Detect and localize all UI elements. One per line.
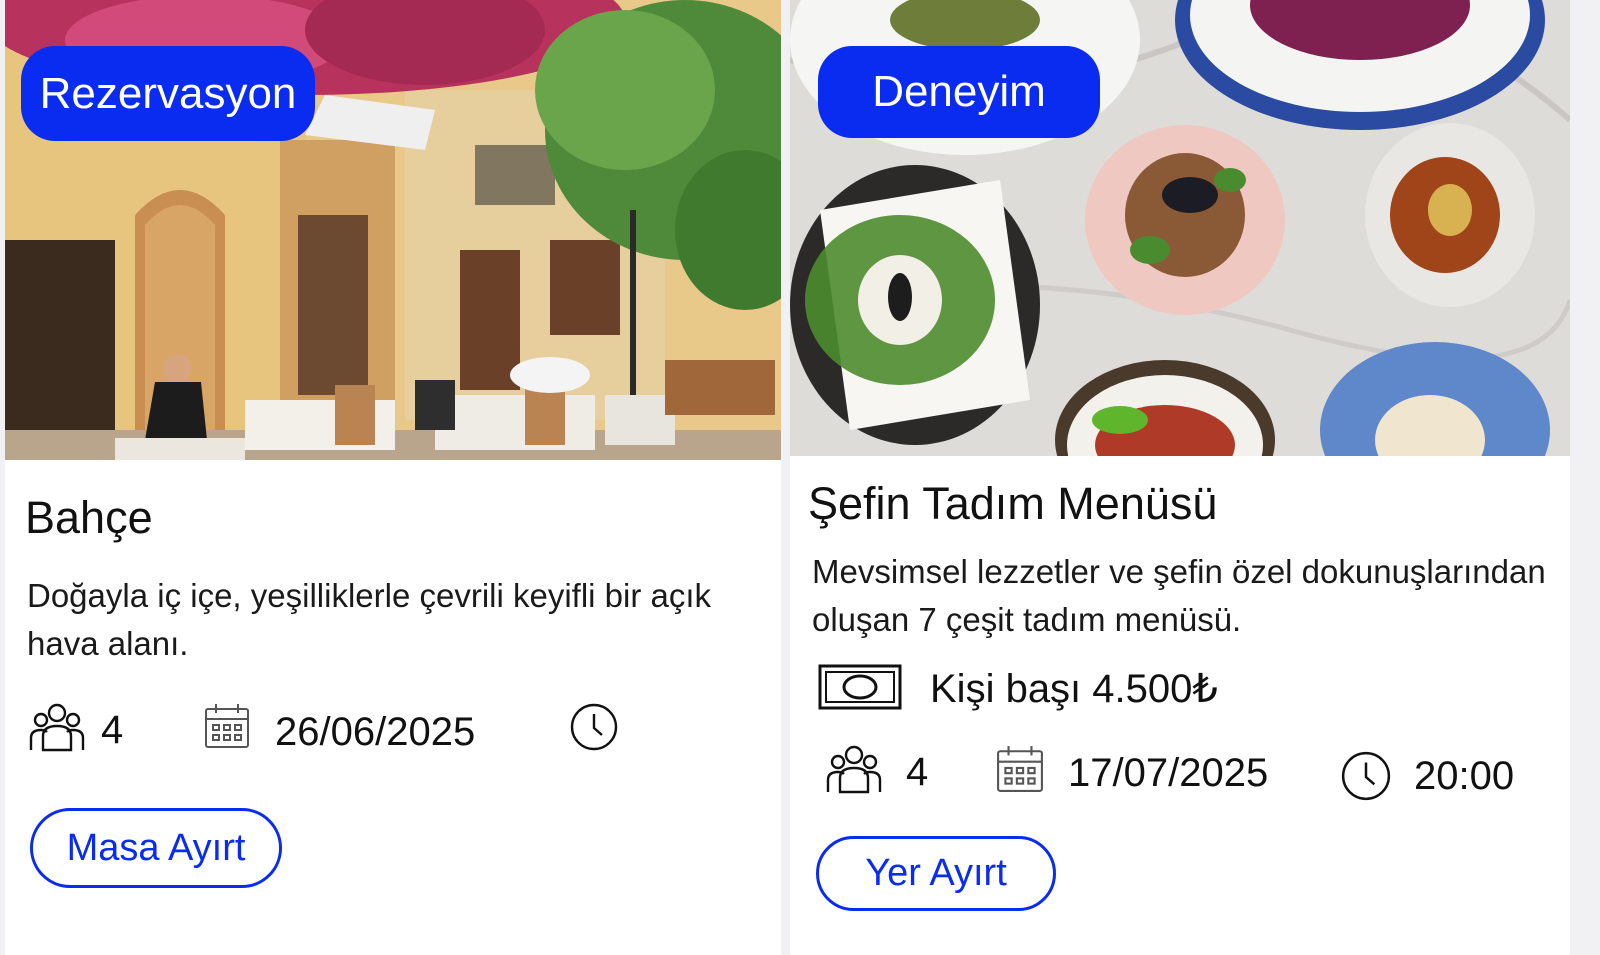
price-per-person: Kişi başı 4.500₺: [930, 667, 1218, 711]
clock-icon: [1341, 751, 1391, 801]
reservation-date: 26/06/2025: [275, 710, 476, 754]
guest-count: 4: [906, 750, 929, 794]
reservation-date: 17/07/2025: [1068, 751, 1269, 795]
card-description: Mevsimsel lezzetler ve şefin özel dokunu…: [812, 553, 1546, 638]
card-title: Bahçe: [25, 492, 153, 543]
reservation-time: 20:00: [1414, 754, 1515, 798]
card-title: Şefin Tadım Menüsü: [808, 478, 1218, 529]
calendar-icon: [205, 704, 249, 748]
reservation-badge: Rezervasyon: [21, 46, 315, 141]
experience-card-tasting-menu[interactable]: Deneyim Şefin Tadım Menüsü Mevsimsel lez…: [790, 0, 1570, 955]
people-icon: [29, 703, 85, 752]
people-icon: [826, 745, 882, 794]
book-spot-button[interactable]: Yer Ayırt: [816, 836, 1056, 911]
calendar-icon: [997, 746, 1043, 792]
clock-icon: [570, 703, 618, 751]
card-description: Doğayla iç içe, yeşilliklerle çevrili ke…: [27, 577, 712, 662]
experience-badge: Deneyim: [818, 46, 1100, 138]
guest-count: 4: [101, 708, 124, 752]
reservation-card-garden[interactable]: Rezervasyon Bahçe Doğayla iç içe, yeşill…: [5, 0, 781, 955]
book-table-button[interactable]: Masa Ayırt: [30, 808, 282, 888]
money-icon: [818, 664, 902, 710]
